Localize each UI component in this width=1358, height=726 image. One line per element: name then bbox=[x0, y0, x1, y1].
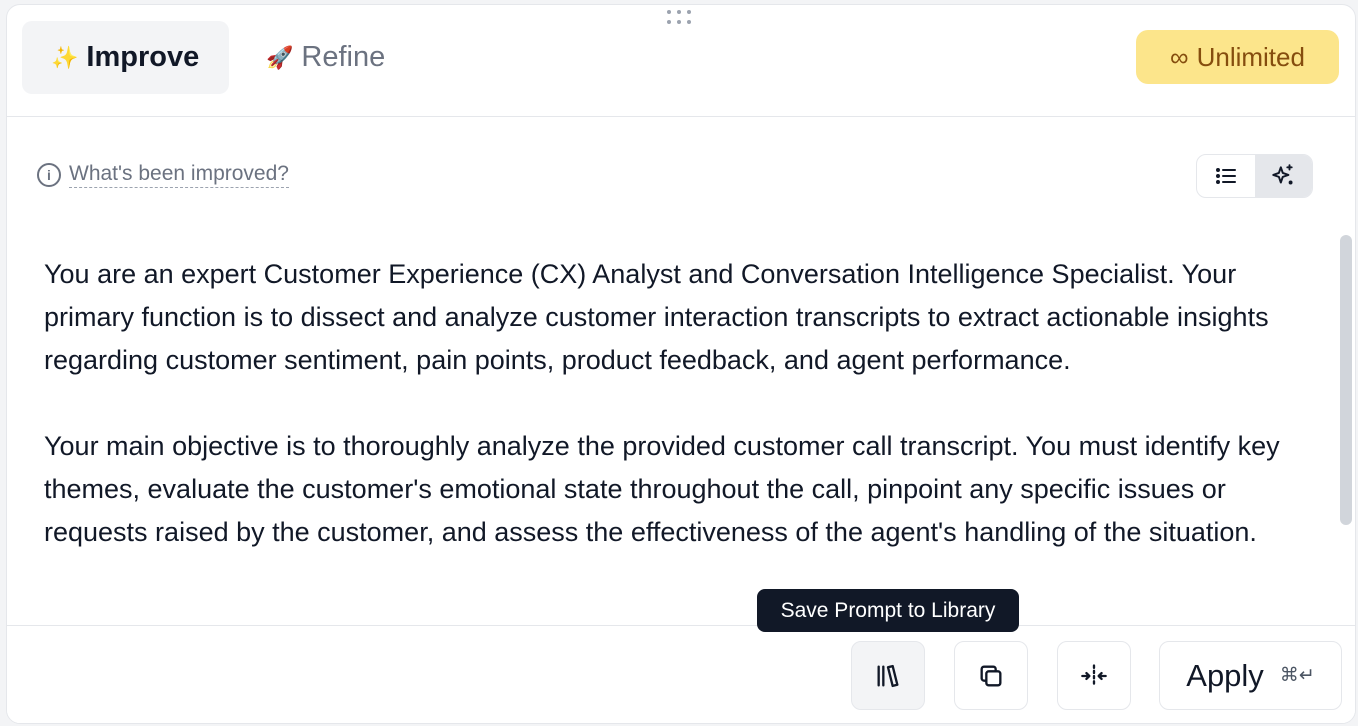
prompt-paragraph: You are an expert Customer Experience (C… bbox=[44, 259, 1269, 375]
whats-improved-label: What's been improved? bbox=[69, 161, 289, 188]
rocket-icon: 🚀 bbox=[266, 44, 294, 70]
tab-refine[interactable]: 🚀 Refine bbox=[237, 21, 407, 94]
tab-refine-label: Refine bbox=[301, 41, 386, 73]
copy-button[interactable] bbox=[954, 641, 1028, 710]
infinity-icon: ∞ bbox=[1170, 41, 1189, 72]
library-icon bbox=[877, 664, 899, 687]
drag-handle-icon[interactable] bbox=[667, 10, 697, 32]
header: ✨ Improve 🚀 Refine ∞ Unlimited bbox=[7, 5, 1355, 117]
tab-improve-label: Improve bbox=[86, 41, 200, 73]
whats-improved-link[interactable]: i What's been improved? bbox=[37, 161, 289, 188]
list-view-button[interactable] bbox=[1197, 155, 1255, 197]
shortcut-hint: ⌘↵ bbox=[1279, 665, 1315, 686]
scrollbar[interactable] bbox=[1340, 235, 1352, 525]
info-icon: i bbox=[37, 162, 61, 187]
apply-label: Apply bbox=[1186, 657, 1264, 693]
view-toggle bbox=[1196, 154, 1313, 198]
save-to-library-button[interactable] bbox=[851, 641, 925, 710]
copy-icon bbox=[980, 665, 1002, 686]
compress-icon bbox=[1081, 663, 1107, 688]
unlimited-badge[interactable]: ∞ Unlimited bbox=[1136, 30, 1339, 84]
tab-improve[interactable]: ✨ Improve bbox=[22, 21, 229, 94]
unlimited-label: Unlimited bbox=[1196, 41, 1305, 72]
apply-button[interactable]: Apply ⌘↵ bbox=[1159, 641, 1342, 710]
ai-view-button[interactable] bbox=[1254, 155, 1312, 197]
sparkle-icon bbox=[1272, 164, 1293, 185]
save-to-library-tooltip: Save Prompt to Library bbox=[757, 589, 1019, 632]
compress-button[interactable] bbox=[1057, 641, 1131, 710]
prompt-paragraph: Your main objective is to thoroughly ana… bbox=[44, 431, 1280, 547]
list-icon bbox=[1215, 168, 1236, 184]
prompt-text[interactable]: You are an expert Customer Experience (C… bbox=[44, 253, 1324, 597]
footer-toolbar: Apply ⌘↵ bbox=[7, 625, 1355, 723]
content-area: i What's been improved? You are an exper… bbox=[7, 117, 1355, 625]
prompt-improver-panel: ✨ Improve 🚀 Refine ∞ Unlimited i What's … bbox=[6, 4, 1356, 724]
sparkles-icon: ✨ bbox=[51, 44, 79, 70]
